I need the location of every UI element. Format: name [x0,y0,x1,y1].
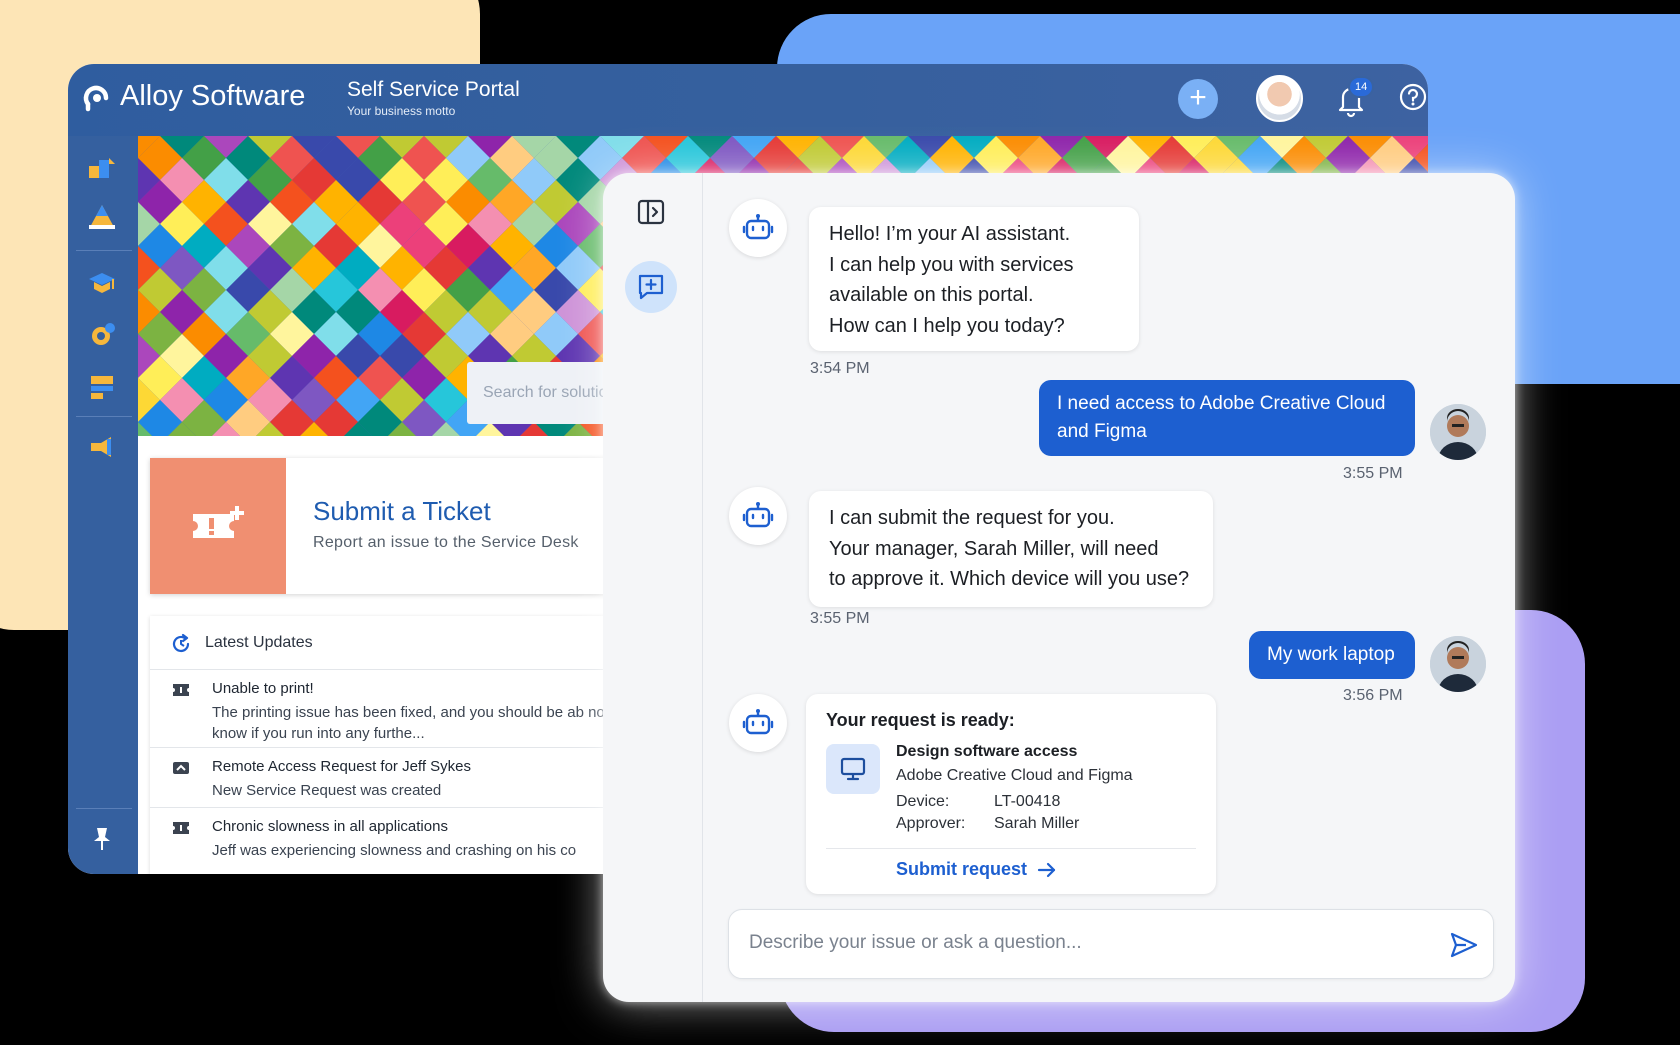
updates-heading: Latest Updates [205,634,313,651]
pin-icon [94,828,110,850]
message-line: to approve it. Which device will you use… [829,568,1190,590]
sidebar-divider [76,808,132,809]
sidebar-item-knowledge[interactable] [84,200,120,234]
send-button[interactable] [1447,928,1481,962]
create-button[interactable]: + [1178,79,1218,119]
device-label: Device: [896,793,950,810]
portal-sidebar [68,136,138,874]
update-title: Remote Access Request for Jeff Sykes [212,758,472,775]
user-message: I need access to Adobe Creative Cloud an… [1039,380,1415,456]
sidebar-item-training[interactable] [84,266,120,300]
sidebar-item-settings[interactable] [84,318,120,352]
gear-icon [92,323,115,345]
message-line: Hello! I’m your AI assistant. [829,223,1071,245]
chat-rail [603,173,703,1002]
user-avatar[interactable] [1256,75,1303,122]
device-value: LT-00418 [994,793,1061,810]
notification-badge: 14 [1348,76,1375,98]
robot-icon [742,709,774,735]
megaphone-icon [91,437,111,457]
pin-sidebar-button[interactable] [84,822,120,856]
request-small-icon [173,762,189,774]
monitor-icon [840,757,866,781]
user-avatar [1430,636,1486,692]
request-card-title: Your request is ready: [826,710,1015,730]
user-message: My work laptop [1249,631,1415,679]
ticket-tile [150,458,286,594]
ticket-subtitle: Report an issue to the Service Desk [313,534,579,551]
brand-name: Alloy Software [120,80,306,112]
message-line: How can I help you today? [829,314,1065,337]
brand-logo[interactable]: Alloy Software [82,80,305,113]
message-time: 3:54 PM [810,360,870,377]
message-line: My work laptop [1267,644,1395,665]
request-description: Adobe Creative Cloud and Figma [896,767,1133,784]
graduation-cap-icon [89,273,115,293]
ticket-small-icon [173,684,189,696]
person-photo [1430,636,1486,692]
refresh-icon [172,633,190,653]
ticket-small-icon [173,822,189,834]
robot-icon [742,214,774,240]
pyramid-icon [89,205,115,229]
ticket-icon [193,506,244,538]
ticket-title: Submit a Ticket [313,496,491,526]
new-chat-button[interactable] [625,261,677,313]
arrow-right-icon [1037,862,1056,877]
update-title: Chronic slowness in all applications [212,818,448,835]
services-icon [89,158,115,178]
message-time: 3:56 PM [1343,687,1403,704]
catalog-icon [91,376,113,399]
bot-avatar [729,199,787,257]
portal-header: Alloy Software Self Service Portal Your … [68,64,1428,136]
portal-motto: Your business motto [347,104,456,118]
sidebar-item-services[interactable] [84,150,120,184]
ai-assistant-chat: Hello! I’m your AI assistant. I can help… [603,173,1515,1002]
bot-avatar [729,487,787,545]
sidebar-divider [76,250,132,251]
new-chat-icon [638,274,664,300]
message-time: 3:55 PM [1343,465,1403,482]
portal-title: Self Service Portal [347,78,520,101]
request-divider [826,848,1196,849]
bot-message: I can submit the request for you. Your m… [809,491,1213,607]
robot-icon [742,502,774,528]
message-line: I need access to Adobe Creative Cloud [1057,393,1386,414]
message-line: I can submit the request for you. [829,507,1115,529]
bot-avatar [729,694,787,752]
approver-label: Approver: [896,815,966,832]
send-icon [1450,932,1478,958]
plus-icon: + [1189,81,1207,114]
message-time: 3:55 PM [810,610,870,627]
logo-icon [83,85,109,111]
message-line: available on this portal. [829,284,1034,306]
screenshot-stage: Alloy Software Self Service Portal Your … [0,0,1680,1045]
sidebar-toggle-icon [637,199,665,225]
chat-input-placeholder: Describe your issue or ask a question... [749,932,1082,953]
user-avatar [1430,404,1486,460]
message-line: and Figma [1057,421,1147,442]
message-line: Your manager, Sarah Miller, will need [829,537,1159,560]
request-summary-card: Your request is ready: Design software a… [806,694,1216,894]
help-icon[interactable] [1398,82,1428,112]
sidebar-item-announcements[interactable] [84,430,120,464]
bot-message: Hello! I’m your AI assistant. I can help… [809,207,1139,351]
chat-message-input[interactable]: Describe your issue or ask a question... [728,909,1494,979]
submit-request-link[interactable]: Submit request [896,859,1057,880]
update-title: Unable to print! [212,680,314,697]
approver-value: Sarah Miller [994,815,1080,832]
toggle-sidebar-button[interactable] [625,186,677,238]
submit-request-label: Submit request [896,859,1028,879]
person-photo [1430,404,1486,460]
sidebar-item-catalog[interactable] [84,370,120,404]
message-line: I can help you with services [829,253,1074,276]
request-name: Design software access [896,743,1078,760]
request-icon-tile [826,744,880,794]
sidebar-divider [76,416,132,417]
